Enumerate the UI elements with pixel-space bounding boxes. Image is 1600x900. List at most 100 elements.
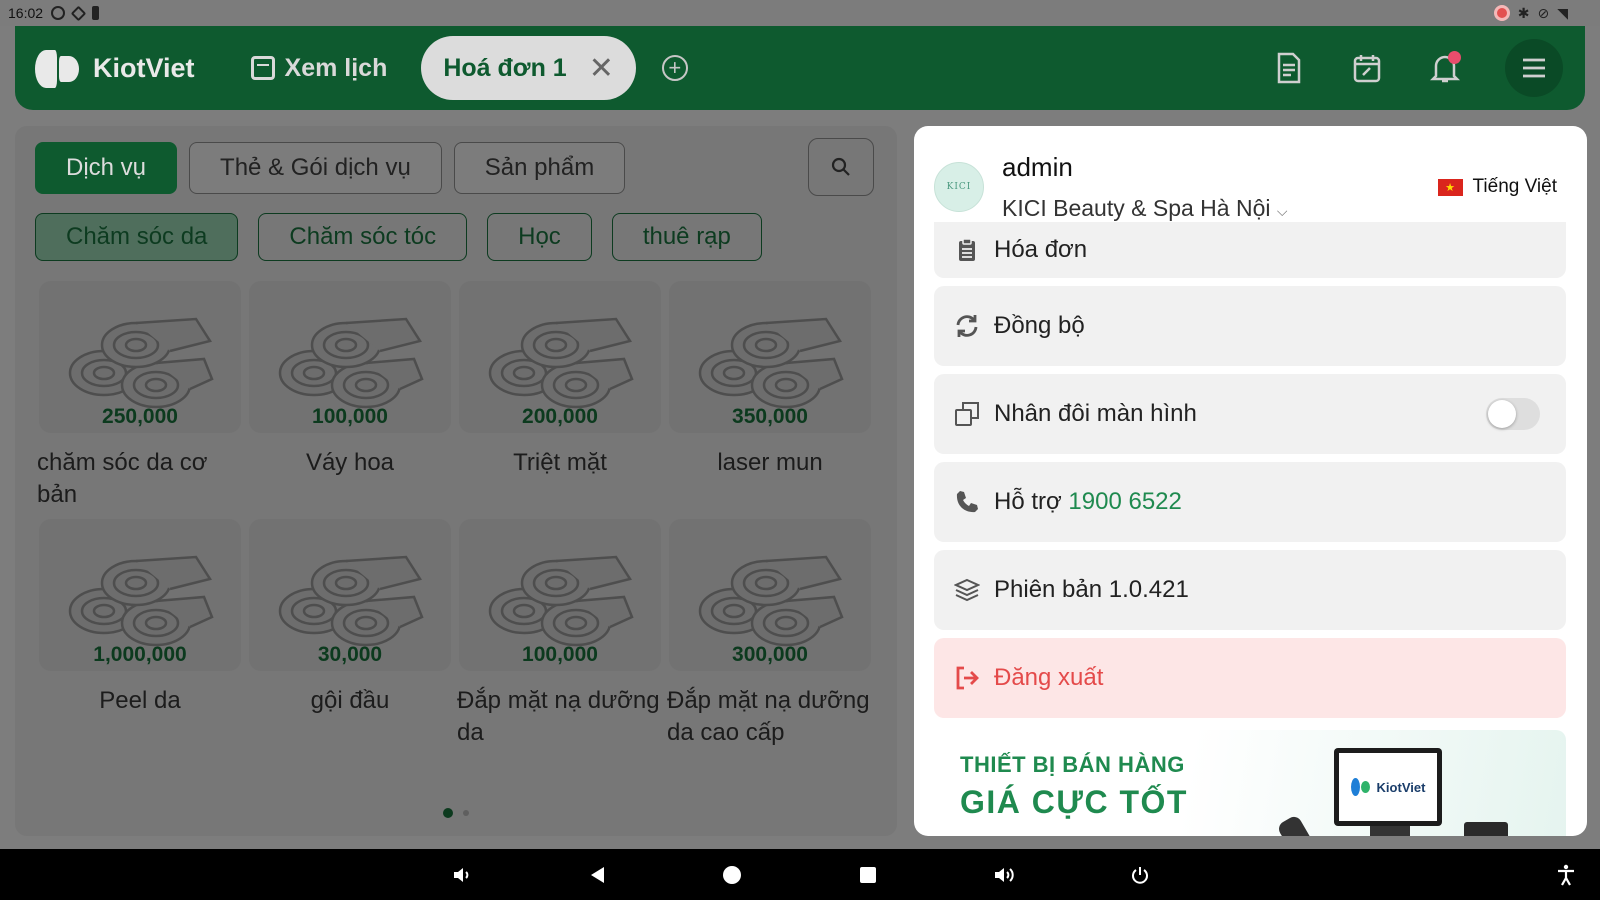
home-button[interactable] xyxy=(718,861,746,889)
product-price: 250,000 xyxy=(102,405,178,428)
printer-image xyxy=(1464,822,1508,836)
search-button[interactable] xyxy=(808,138,874,196)
product-image: 1,000,000 xyxy=(39,519,241,671)
power-button[interactable] xyxy=(1126,861,1154,889)
page-dot-active xyxy=(443,808,453,818)
menu-button[interactable] xyxy=(1505,39,1563,97)
store-selector[interactable]: KICI Beauty & Spa Hà Nội ⌵ xyxy=(1002,195,1287,222)
document-icon xyxy=(1277,52,1301,84)
product-name: Đắp mặt nạ dưỡng da xyxy=(457,687,660,746)
document-button[interactable] xyxy=(1271,50,1307,86)
subtab-theater[interactable]: thuê rạp xyxy=(611,213,762,261)
plus-icon: + xyxy=(668,55,682,80)
product-card[interactable]: 200,000 Triệt mặt xyxy=(455,281,665,519)
view-calendar-button[interactable]: Xem lịch xyxy=(250,53,388,83)
product-card[interactable]: 100,000 Váy hoa xyxy=(245,281,455,519)
product-image: 30,000 xyxy=(249,519,451,671)
add-tab-button[interactable]: + xyxy=(661,55,688,81)
product-card[interactable]: 300,000 Đắp mặt nạ dưỡng da cao cấp xyxy=(665,519,875,757)
banner-line1: THIẾT BỊ BÁN HÀNG xyxy=(960,752,1185,777)
avatar-logo-text: KICI xyxy=(946,182,972,192)
menu-support-text: Hỗ trợ 1900 6522 xyxy=(994,488,1182,516)
product-price: 200,000 xyxy=(522,405,598,428)
product-price: 350,000 xyxy=(732,405,808,428)
category-tabs: Dịch vụ Thẻ & Gói dịch vụ Sản phẩm xyxy=(35,142,626,194)
towel-icon xyxy=(278,317,424,409)
power-icon xyxy=(1132,867,1148,884)
subcategory-tabs: Chăm sóc da Chăm sóc tóc Học thuê rạp xyxy=(35,213,762,261)
back-button[interactable] xyxy=(584,861,612,889)
bluetooth-icon: ✱ xyxy=(1517,4,1530,21)
product-name: Váy hoa xyxy=(305,449,395,476)
logout-button[interactable]: Đăng xuất xyxy=(934,638,1566,718)
recents-button[interactable] xyxy=(854,861,882,889)
towel-icon xyxy=(278,555,424,647)
menu-invoice[interactable]: Hóa đơn xyxy=(934,222,1566,278)
menu-version[interactable]: Phiên bản 1.0.421 xyxy=(934,550,1566,630)
towel-icon xyxy=(488,317,634,409)
product-grid: 250,000 chăm sóc da cơ bản 100,000 Váy hoa 2… xyxy=(35,281,875,757)
product-card[interactable]: 100,000 Đắp mặt nạ dưỡng da xyxy=(455,519,665,757)
close-icon[interactable]: ✕ xyxy=(589,51,614,86)
record-icon xyxy=(1493,5,1510,21)
volume-up-icon xyxy=(995,868,1014,882)
vietnam-flag-icon: ★ xyxy=(1437,178,1463,196)
product-card[interactable]: 250,000 chăm sóc da cơ bản xyxy=(35,281,245,519)
product-image: 100,000 xyxy=(459,519,661,671)
support-label: Hỗ trợ xyxy=(994,488,1062,515)
tab-invoice-1-label: Hoá đơn 1 xyxy=(443,53,567,82)
recents-icon xyxy=(860,867,876,883)
tab-services[interactable]: Dịch vụ xyxy=(35,142,178,194)
product-image: 350,000 xyxy=(669,281,871,433)
chevron-down-icon: ⌵ xyxy=(1276,203,1288,219)
menu-support[interactable]: Hỗ trợ 1900 6522 xyxy=(934,462,1566,542)
search-icon xyxy=(831,157,850,176)
user-profile: KICI admin KICI Beauty & Spa Hà Nội ⌵ xyxy=(934,152,1287,222)
product-card[interactable]: 350,000 laser mun xyxy=(665,281,875,519)
menu-icon xyxy=(1523,58,1545,78)
home-icon xyxy=(723,866,741,884)
kiotviet-mini-logo-icon xyxy=(1350,778,1371,796)
pos-stand-image xyxy=(1370,826,1410,836)
drive-status-icon xyxy=(70,5,87,21)
accessibility-button[interactable] xyxy=(1552,861,1580,889)
product-card[interactable]: 1,000,000 Peel da xyxy=(35,519,245,757)
volume-up-button[interactable] xyxy=(990,861,1018,889)
subtab-hair-care[interactable]: Chăm sóc tóc xyxy=(258,213,468,261)
page-indicator xyxy=(443,808,469,818)
menu-sync-label: Đồng bộ xyxy=(994,312,1085,339)
status-bar: 16:02 ✱ ⊘ ◥ xyxy=(0,0,1600,26)
layers-icon xyxy=(954,577,980,603)
subtab-skin-care[interactable]: Chăm sóc da xyxy=(35,213,239,261)
wifi-icon: ◥ xyxy=(1557,4,1568,21)
accessibility-icon xyxy=(1558,864,1574,886)
product-name: chăm sóc da cơ bản xyxy=(37,449,208,508)
page-dot xyxy=(463,810,469,816)
towel-icon xyxy=(698,555,844,647)
app-header: KiotViet Xem lịch Hoá đơn 1 ✕ + xyxy=(15,26,1585,110)
product-image: 300,000 xyxy=(669,519,871,671)
language-selector[interactable]: ★ Tiếng Việt xyxy=(1437,176,1557,198)
phone-icon xyxy=(954,489,980,515)
notifications-button[interactable] xyxy=(1427,50,1463,86)
menu-duplicate-screen[interactable]: Nhân đôi màn hình xyxy=(934,374,1566,454)
duplicate-screen-toggle[interactable] xyxy=(1486,398,1540,430)
product-card[interactable]: 30,000 gội đầu xyxy=(245,519,455,757)
volume-down-button[interactable] xyxy=(447,861,475,889)
logout-label: Đăng xuất xyxy=(994,664,1104,691)
promo-banner[interactable]: THIẾT BỊ BÁN HÀNG GIÁ CỰC TỐT KiotViet xyxy=(934,730,1566,836)
product-panel: Dịch vụ Thẻ & Gói dịch vụ Sản phẩm Chăm … xyxy=(15,126,897,836)
tab-cards-packages[interactable]: Thẻ & Gói dịch vụ xyxy=(189,142,442,194)
tab-products[interactable]: Sản phẩm xyxy=(453,142,626,194)
towel-icon xyxy=(68,555,214,647)
subtab-course[interactable]: Học xyxy=(487,213,592,261)
view-calendar-label: Xem lịch xyxy=(284,53,388,82)
kiotviet-logo-icon xyxy=(35,47,81,89)
device-brand: KiotViet xyxy=(1376,779,1426,795)
notification-badge xyxy=(1448,51,1461,64)
booking-calendar-button[interactable] xyxy=(1349,50,1385,86)
support-phone-link[interactable]: 1900 6522 xyxy=(1068,488,1181,515)
tab-invoice-1[interactable]: Hoá đơn 1 ✕ xyxy=(421,36,636,100)
menu-sync[interactable]: Đồng bộ xyxy=(934,286,1566,366)
volume-down-icon xyxy=(454,868,469,882)
